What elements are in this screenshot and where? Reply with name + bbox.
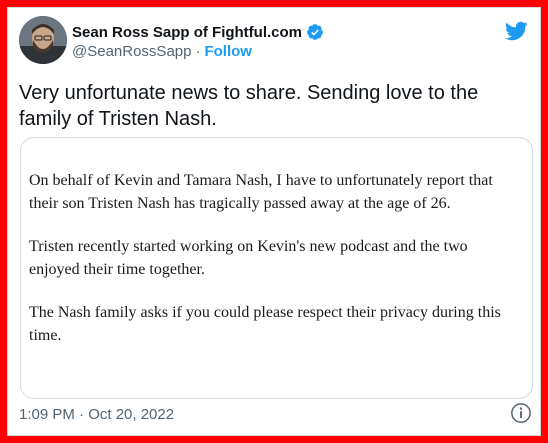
avatar[interactable] <box>19 16 67 64</box>
statement-paragraph: On behalf of Kevin and Tamara Nash, I ha… <box>29 172 493 212</box>
twitter-bird-icon[interactable] <box>504 19 528 43</box>
tweet-embed: Sean Ross Sapp of Fightful.com @SeanRoss… <box>7 7 541 436</box>
tweet-text: Very unfortunate news to share. Sending … <box>19 82 479 130</box>
separator-dot: · <box>195 43 201 60</box>
info-icon[interactable] <box>510 402 532 424</box>
author-display-name[interactable]: Sean Ross Sapp of Fightful.com <box>72 24 302 41</box>
statement-paragraph: Tristen recently started working on Kevi… <box>29 238 468 278</box>
media-image-statement[interactable]: On behalf of Kevin and Tamara Nash, I ha… <box>20 137 533 399</box>
statement-paragraph: The Nash family asks if you could please… <box>29 304 501 344</box>
avatar-image <box>19 16 67 64</box>
author-handle-row: @SeanRossSapp · Follow <box>72 43 252 60</box>
verified-badge-icon <box>307 24 323 40</box>
author-name-row: Sean Ross Sapp of Fightful.com <box>72 22 324 42</box>
author-handle[interactable]: @SeanRossSapp <box>72 43 191 60</box>
follow-button[interactable]: Follow <box>204 43 252 60</box>
tweet-timestamp[interactable]: 1:09 PM · Oct 20, 2022 <box>19 406 174 423</box>
statement-text: On behalf of Kevin and Tamara Nash, I ha… <box>29 169 519 367</box>
